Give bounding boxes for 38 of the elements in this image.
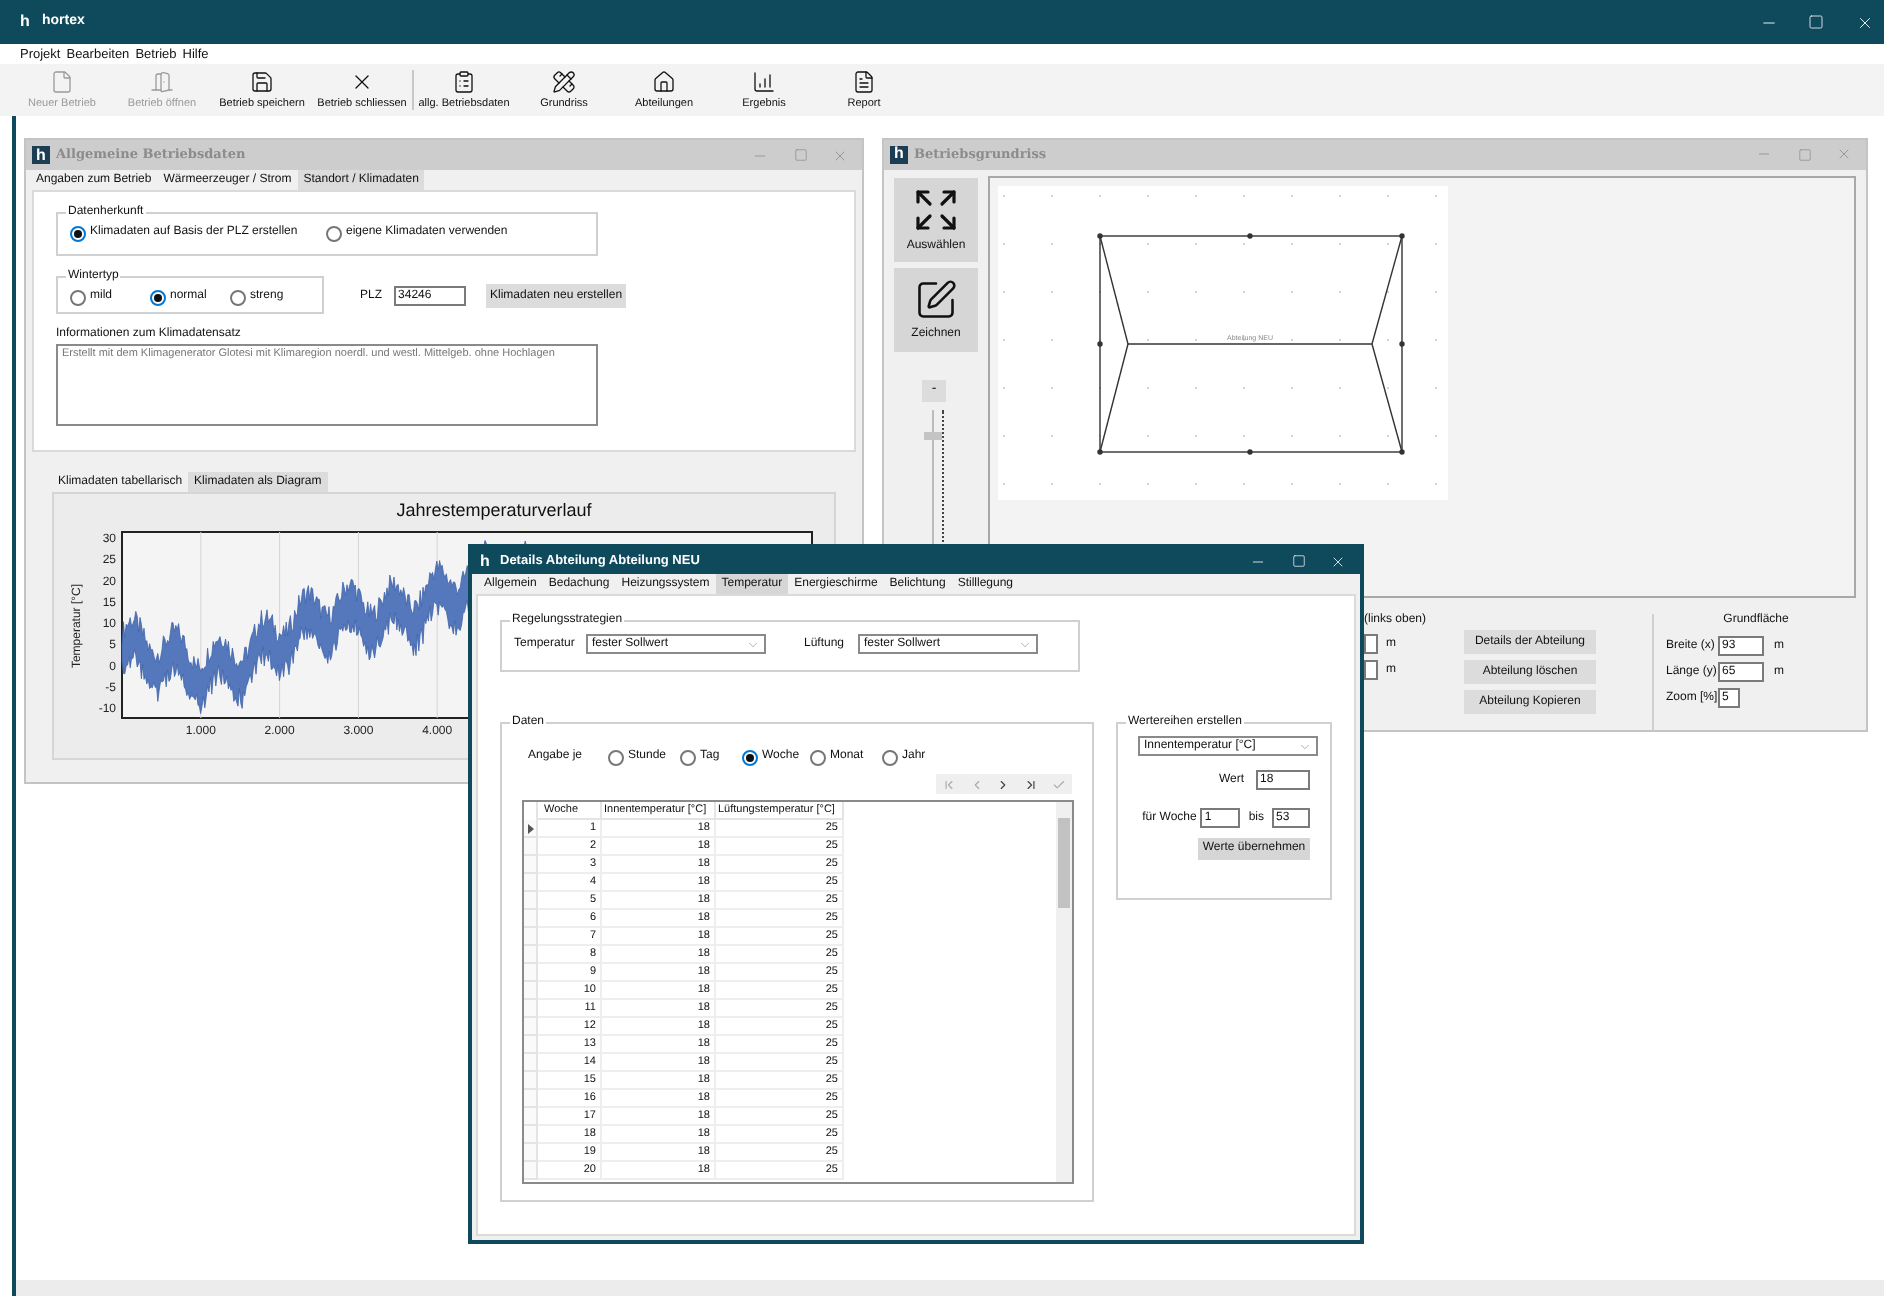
maximize-button[interactable] [1804, 10, 1828, 34]
chart-title: Jahrestemperaturverlauf [394, 500, 594, 522]
app-logo: h [32, 146, 50, 164]
door-icon [150, 70, 174, 94]
document-icon [50, 70, 74, 94]
chevron-down-icon [746, 637, 760, 651]
first-record-icon[interactable] [942, 777, 957, 791]
house-icon [652, 70, 676, 94]
confirm-icon[interactable] [1051, 777, 1066, 791]
maximize-button[interactable] [1288, 551, 1308, 571]
scrollbar[interactable] [1056, 802, 1072, 1182]
app-logo: h [890, 145, 908, 164]
app-logo: h [478, 552, 492, 570]
row-pointer-icon [527, 823, 533, 833]
close-icon [1330, 553, 1346, 569]
maximize-icon [1291, 554, 1305, 568]
row-header[interactable] [524, 820, 538, 838]
maximize-icon [793, 148, 807, 162]
close-icon [832, 147, 848, 163]
bar-chart-icon [752, 70, 776, 94]
close-icon [1855, 13, 1873, 31]
close-icon [1836, 146, 1852, 163]
pen-icon [914, 278, 958, 323]
app-logo: h [18, 13, 32, 31]
chevron-down-icon [1298, 739, 1312, 753]
close-icon [350, 70, 374, 94]
slider-thumb[interactable] [924, 431, 942, 439]
clipboard-icon [452, 70, 476, 94]
expand-arrows-icon [912, 186, 960, 235]
maximize-icon [1808, 14, 1824, 30]
save-icon [250, 70, 274, 94]
pencil-ruler-icon [552, 70, 576, 94]
previous-record-icon[interactable] [969, 777, 984, 791]
chevron-down-icon [1018, 637, 1032, 651]
next-record-icon[interactable] [996, 777, 1011, 791]
maximize-icon [1797, 147, 1811, 162]
last-record-icon[interactable] [1024, 777, 1039, 791]
report-icon [852, 70, 876, 94]
